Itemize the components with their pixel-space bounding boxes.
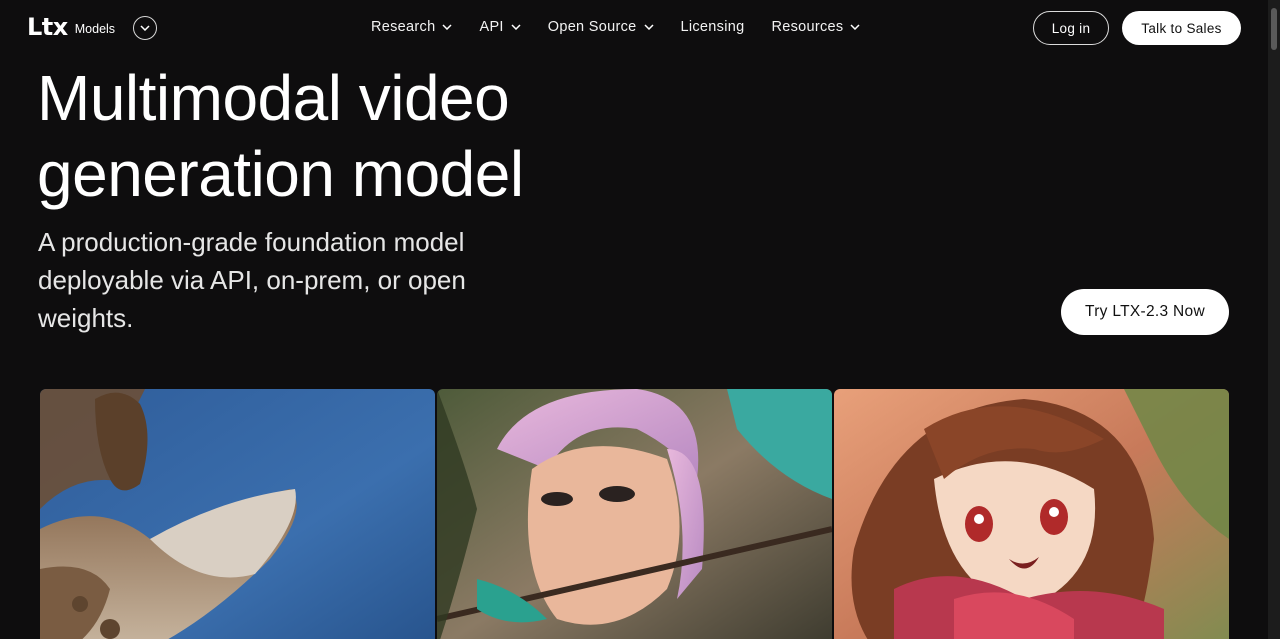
chevron-down-icon <box>643 24 654 30</box>
anime-image <box>834 389 1229 639</box>
talk-to-sales-button[interactable]: Talk to Sales <box>1122 11 1241 45</box>
anime-video-card[interactable] <box>834 389 1229 639</box>
nav-item-licensing[interactable]: Licensing <box>681 17 745 37</box>
nav-item-label: Licensing <box>680 19 745 35</box>
nav-item-resources[interactable]: Resources <box>771 17 861 37</box>
try-ltx-button[interactable]: Try LTX-2.3 Now <box>1061 289 1229 335</box>
archer-video-card[interactable] <box>437 389 832 639</box>
chevron-down-icon <box>442 24 452 30</box>
page-scrollbar[interactable] <box>1268 0 1280 639</box>
chevron-down-icon <box>140 25 150 31</box>
chevron-down-icon <box>850 24 861 30</box>
product-switcher-button[interactable] <box>133 16 157 40</box>
hero-subtitle: A production-grade foundation model depl… <box>38 227 466 333</box>
nav-item-open-source[interactable]: Open Source <box>548 17 654 37</box>
nav-item-label: Open Source <box>547 19 637 35</box>
nav-item-label: Resources <box>771 19 844 35</box>
main-menu: Research API Open Source Licensing Resou… <box>371 17 861 37</box>
logo-wordmark: Ltx <box>27 13 68 41</box>
video-gallery <box>40 389 1229 639</box>
giraffe-video-card[interactable] <box>40 389 435 639</box>
hero-title: Multimodal video generation model <box>37 62 524 210</box>
archer-image <box>437 389 832 639</box>
ltx-logo[interactable]: Ltx Models <box>27 14 115 40</box>
nav-item-label: Research <box>371 19 436 35</box>
nav-item-api[interactable]: API <box>479 17 521 37</box>
top-navigation: Ltx Models Research API Open Source Lice… <box>0 0 1268 56</box>
nav-item-label: API <box>479 19 504 35</box>
chevron-down-icon <box>511 24 521 30</box>
login-button[interactable]: Log in <box>1033 11 1109 45</box>
logo-subtitle: Models <box>74 22 116 36</box>
nav-item-research[interactable]: Research <box>371 17 452 37</box>
giraffe-image <box>40 389 435 639</box>
scrollbar-thumb[interactable] <box>1271 8 1277 50</box>
